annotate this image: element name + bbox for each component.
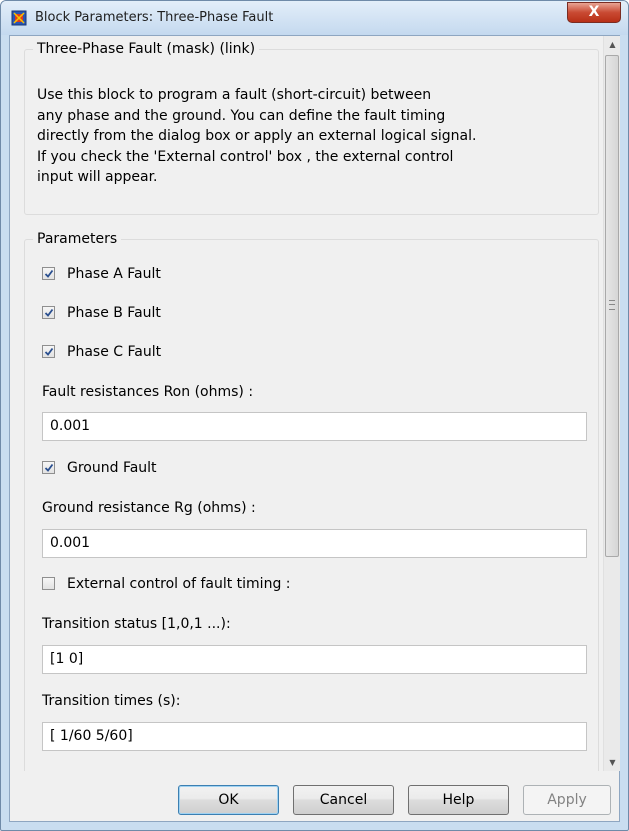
checkbox-label: Phase C Fault xyxy=(67,344,162,360)
checkbox-box[interactable] xyxy=(42,461,55,474)
scroll-content: Three-Phase Fault (mask) (link) Use this… xyxy=(10,36,603,771)
scroll-down-arrow-icon[interactable]: ▼ xyxy=(604,754,621,771)
vertical-scrollbar[interactable]: ▲ ▼ xyxy=(603,36,620,771)
window-title: Block Parameters: Three-Phase Fault xyxy=(35,10,274,25)
description-line: any phase and the ground. You can define… xyxy=(37,107,446,124)
close-button[interactable]: X xyxy=(567,2,621,23)
transition-times-label: Transition times (s): xyxy=(42,693,181,709)
checkmark-icon xyxy=(44,308,54,317)
description-line: directly from the dialog box or apply an… xyxy=(37,128,477,144)
grip-icon xyxy=(609,300,615,310)
scrollbar-thumb[interactable] xyxy=(605,55,619,557)
checkbox-box[interactable] xyxy=(42,267,55,280)
ok-button[interactable]: OK xyxy=(178,785,279,815)
dialog-window: Block Parameters: Three-Phase Fault X Th… xyxy=(0,0,629,831)
checkmark-icon xyxy=(44,463,54,472)
description-line: input will appear. xyxy=(37,169,158,185)
description-group-legend: Three-Phase Fault (mask) (link) xyxy=(33,41,260,57)
fault-resistance-input[interactable]: 0.001 xyxy=(42,412,587,441)
checkbox-box[interactable] xyxy=(42,345,55,358)
transition-times-input[interactable]: [ 1/60 5/60] xyxy=(42,722,587,751)
ground-resistance-input[interactable]: 0.001 xyxy=(42,529,587,558)
checkbox-label: Phase A Fault xyxy=(67,266,161,282)
close-icon: X xyxy=(588,4,600,20)
parameters-group-legend: Parameters xyxy=(33,231,122,247)
apply-button[interactable]: Apply xyxy=(523,785,611,815)
fault-resistance-label: Fault resistances Ron (ohms) : xyxy=(42,384,254,400)
checkbox-box[interactable] xyxy=(42,306,55,319)
scroll-up-arrow-icon[interactable]: ▲ xyxy=(604,36,621,53)
title-bar[interactable]: Block Parameters: Three-Phase Fault X xyxy=(1,1,628,35)
description-line: Use this block to program a fault (short… xyxy=(37,87,432,103)
dialog-client-area: Three-Phase Fault (mask) (link) Use this… xyxy=(9,35,620,822)
checkbox-label: External control of fault timing : xyxy=(67,576,291,592)
transition-status-input[interactable]: [1 0] xyxy=(42,645,587,674)
checkmark-icon xyxy=(44,269,54,278)
description-line: If you check the 'External control' box … xyxy=(37,148,454,165)
ground-resistance-label: Ground resistance Rg (ohms) : xyxy=(42,500,256,516)
cancel-button[interactable]: Cancel xyxy=(293,785,394,815)
simulink-block-icon xyxy=(11,10,27,26)
help-button[interactable]: Help xyxy=(408,785,509,815)
block-description: Use this block to program a fault (short… xyxy=(37,85,557,188)
checkbox-box[interactable] xyxy=(42,577,55,590)
checkbox-label: Phase B Fault xyxy=(67,305,161,321)
checkbox-label: Ground Fault xyxy=(67,460,157,476)
transition-status-label: Transition status [1,0,1 ...): xyxy=(42,616,231,632)
checkmark-icon xyxy=(44,347,54,356)
